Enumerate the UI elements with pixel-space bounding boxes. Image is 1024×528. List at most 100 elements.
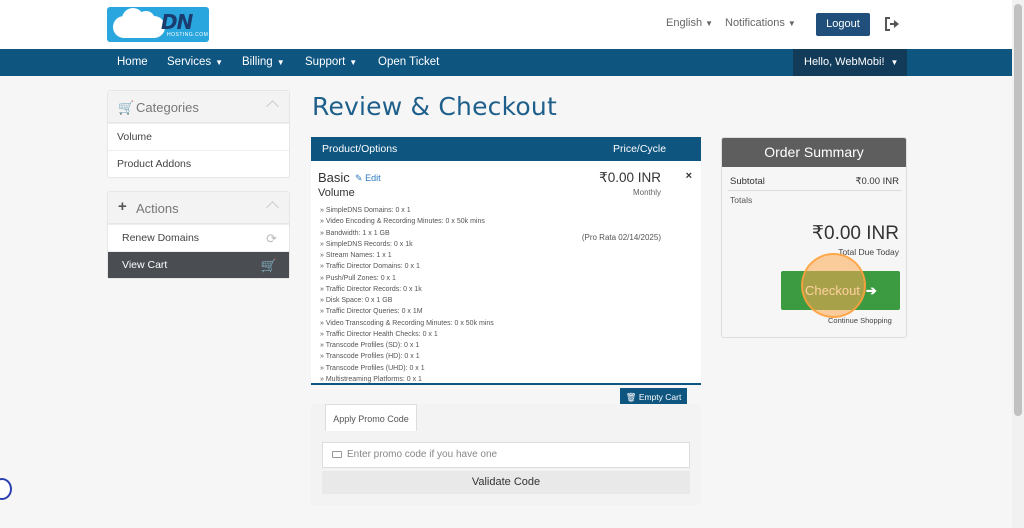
product-option-item: » Video Transcoding & Recording Minutes:…	[320, 319, 494, 327]
refresh-icon: ⟳	[266, 231, 277, 246]
caret-down-icon: ▼	[890, 58, 899, 67]
product-name: Basic	[318, 170, 350, 185]
billing-cycle: Monthly	[632, 188, 661, 197]
divider	[728, 190, 902, 191]
promo-code-input[interactable]: Enter promo code if you have one	[322, 442, 690, 468]
logout-button[interactable]: Logout	[816, 13, 870, 36]
nav-item-home[interactable]: Home	[117, 56, 148, 68]
arrow-right-icon: ➔	[865, 283, 877, 298]
cart-table-header: Product/Options Price/Cycle	[311, 137, 701, 161]
cloud-logo-icon	[113, 8, 165, 38]
nav-label: Services	[167, 56, 212, 68]
trash-icon: 🗑	[625, 392, 637, 402]
subtotal-value: ₹0.00 INR	[855, 176, 899, 187]
product-option-item: » Video Encoding & Recording Minutes: 0 …	[320, 218, 485, 226]
actions-title: Actions	[136, 201, 179, 216]
nav-label: Open Ticket	[378, 56, 440, 68]
nav-label: Home	[117, 56, 148, 68]
product-option-item: » SimpleDNS Records: 0 x 1k	[320, 240, 413, 248]
checkout-label: Checkout	[805, 283, 860, 298]
order-summary-title: Order Summary	[722, 138, 906, 167]
product-option-item: » Traffic Director Queries: 0 x 1M	[320, 308, 423, 316]
product-option-item: » Transcode Profiles (UHD): 0 x 1	[320, 364, 425, 372]
caret-down-icon: ▼	[276, 58, 285, 67]
ticket-icon	[332, 451, 342, 458]
product-option-item: » Bandwidth: 1 x 1 GB	[320, 229, 390, 237]
product-option-item: » Disk Space: 0 x 1 GB	[320, 297, 393, 304]
pro-rata-note: (Pro Rata 02/14/2025)	[581, 233, 661, 242]
subtotal-label: Subtotal	[730, 176, 765, 187]
continue-shopping-link[interactable]: Continue Shopping	[828, 316, 892, 325]
caret-down-icon: ▼	[787, 19, 796, 28]
checkout-button[interactable]: Checkout ➔	[781, 271, 900, 310]
edit-product-link[interactable]: ✎ Edit	[355, 173, 381, 184]
totals-label: Totals	[730, 195, 753, 205]
nav-item-billing[interactable]: Billing ▼	[242, 56, 285, 68]
sidebar-item-view-cart[interactable]: View Cart 🛒	[108, 251, 289, 278]
total-due-amount: ₹0.00 INR	[811, 223, 899, 244]
chevron-up-icon	[266, 100, 279, 113]
nav-item-open-ticket[interactable]: Open Ticket	[378, 56, 439, 68]
page-title: Review & Checkout	[312, 92, 557, 121]
site-logo[interactable]: DN HOSTING.COM	[107, 7, 209, 42]
chat-widget-icon[interactable]	[0, 478, 12, 500]
edit-label: Edit	[365, 173, 381, 183]
language-label: English	[666, 17, 703, 29]
column-header-price: Price/Cycle	[613, 143, 667, 155]
product-option-item: » Transcode Profiles (HD): 0 x 1	[320, 353, 420, 361]
nav-label: Billing	[242, 56, 273, 68]
actions-panel: + Actions Renew Domains ⟳ View Cart 🛒	[107, 191, 290, 279]
cart-item-row: Basic ✎ Edit Volume » SimpleDNS Domains:…	[311, 161, 701, 385]
product-group: Volume	[318, 187, 355, 199]
promo-placeholder: Enter promo code if you have one	[347, 449, 498, 460]
actions-panel-header[interactable]: + Actions	[108, 192, 289, 224]
logo-text: DN	[161, 10, 193, 34]
scrollbar-thumb[interactable]	[1014, 4, 1022, 416]
pencil-icon: ✎	[355, 173, 363, 183]
nav-item-services[interactable]: Services ▼	[167, 56, 223, 68]
order-summary-panel: Order Summary Subtotal ₹0.00 INR Totals …	[721, 137, 907, 338]
validate-code-button[interactable]: Validate Code	[322, 471, 690, 494]
top-header: DN HOSTING.COM English ▼ Notifications ▼ L…	[0, 0, 1012, 49]
caret-down-icon: ▼	[349, 58, 358, 67]
empty-cart-label: Empty Cart	[638, 392, 682, 402]
product-options-list: » SimpleDNS Domains: 0 x 1 » Video Encodi…	[320, 205, 494, 385]
user-menu[interactable]: Hello, WebMobi! ▼	[793, 49, 907, 76]
greeting-label: Hello, WebMobi!	[804, 56, 885, 68]
sidebar-item-renew-domains[interactable]: Renew Domains ⟳	[108, 224, 289, 251]
plus-icon: +	[118, 198, 127, 215]
remove-item-icon[interactable]: ×	[686, 170, 692, 182]
categories-panel: 🛒 Categories Volume Product Addons	[107, 90, 290, 178]
cart-table: Product/Options Price/Cycle Basic ✎ Edit…	[311, 137, 701, 385]
categories-panel-header[interactable]: 🛒 Categories	[108, 91, 289, 123]
total-due-label: Total Due Today	[838, 247, 899, 257]
sidebar-item-label: View Cart	[122, 259, 168, 271]
cart-icon: 🛒	[260, 258, 277, 273]
language-dropdown[interactable]: English ▼	[666, 17, 713, 29]
nav-item-support[interactable]: Support ▼	[305, 56, 357, 68]
sign-out-icon[interactable]	[884, 16, 900, 32]
product-option-item: » Traffic Director Domains: 0 x 1	[320, 263, 420, 271]
tab-apply-promo-code[interactable]: Apply Promo Code	[325, 404, 417, 431]
product-option-item: » Traffic Director Records: 0 x 1k	[320, 285, 422, 293]
product-option-item: » Traffic Director Health Checks: 0 x 1	[320, 330, 438, 338]
caret-down-icon: ▼	[215, 58, 224, 67]
column-header-product: Product/Options	[322, 143, 398, 155]
nav-label: Support	[305, 56, 346, 68]
sidebar-item-label: Renew Domains	[122, 232, 200, 244]
product-option-item: » SimpleDNS Domains: 0 x 1	[320, 207, 411, 214]
product-option-item: » Transcode Profiles (SD): 0 x 1	[320, 342, 420, 349]
notifications-label: Notifications	[725, 17, 785, 29]
main-navbar: Home Services ▼ Billing ▼ Support ▼ Open Ti…	[0, 49, 1012, 76]
categories-title: Categories	[136, 100, 199, 115]
sidebar-item-volume[interactable]: Volume	[108, 123, 289, 150]
promo-code-section: Apply Promo Code Enter promo code if you…	[311, 404, 701, 505]
product-option-item: » Stream Names: 1 x 1	[320, 252, 392, 259]
page-scrollbar[interactable]	[1012, 0, 1024, 528]
product-option-item: » Multistreaming Platforms: 0 x 1	[320, 375, 422, 383]
chevron-up-icon	[266, 201, 279, 214]
product-option-item: » Push/Pull Zones: 0 x 1	[320, 274, 396, 282]
caret-down-icon: ▼	[705, 19, 713, 28]
notifications-dropdown[interactable]: Notifications ▼	[725, 17, 796, 29]
sidebar-item-product-addons[interactable]: Product Addons	[108, 150, 289, 177]
